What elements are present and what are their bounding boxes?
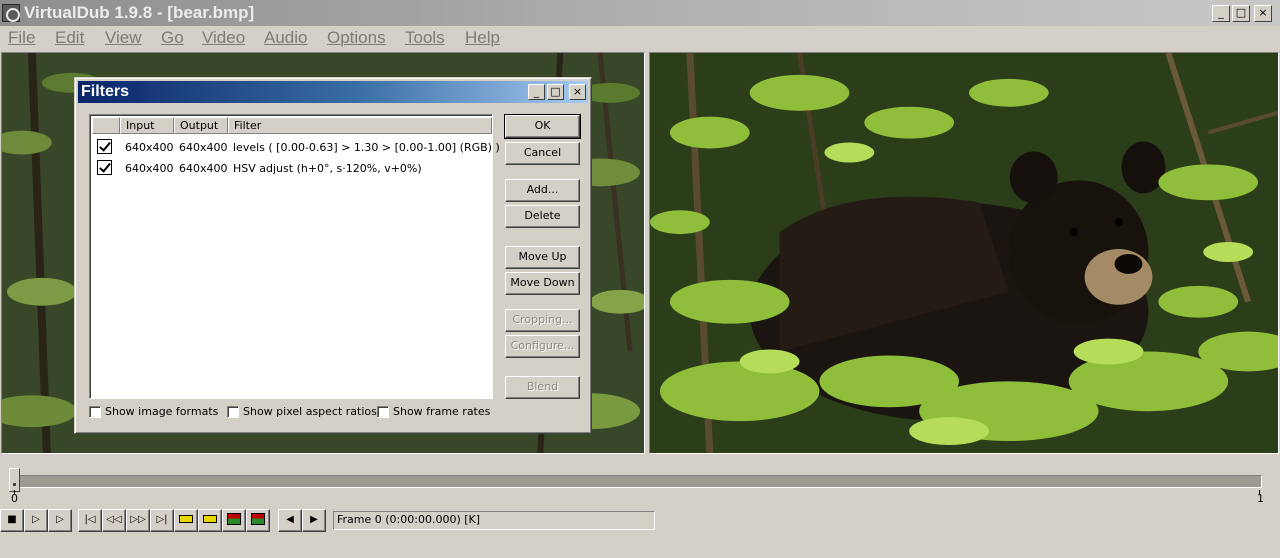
configure-button[interactable]: Configure... xyxy=(505,335,580,358)
filter-description: levels ( [0.00-0.63] > 1.30 > [0.00-1.00… xyxy=(233,141,500,154)
show-frame-rates-label: Show frame rates xyxy=(393,405,491,418)
menu-file[interactable]: File xyxy=(8,28,35,48)
virtualdub-app-icon[interactable] xyxy=(2,4,20,22)
dialog-maximize-button[interactable]: □ xyxy=(547,84,564,100)
filter-output-size: 640x400 xyxy=(179,141,228,154)
filters-dialog: Filters _ □ × Input Output Filter 640x40… xyxy=(74,77,592,434)
menu-go[interactable]: Go xyxy=(161,28,184,48)
menu-bar: File Edit View Go Video Audio Options To… xyxy=(0,26,1280,50)
timeline-end-label: 1 xyxy=(1257,492,1264,505)
next-keyframe-button[interactable] xyxy=(198,509,222,532)
filter-enabled-checkbox[interactable] xyxy=(97,160,112,175)
scene-icon xyxy=(251,513,265,525)
timeline-start-label: 0 xyxy=(11,492,18,505)
play-output-button[interactable]: ▷ xyxy=(48,509,72,532)
filters-dialog-title: Filters xyxy=(81,83,130,100)
stop-button[interactable]: ■ xyxy=(0,509,24,532)
output-frame-image xyxy=(650,53,1278,453)
position-slider-track[interactable] xyxy=(10,475,1262,488)
maximize-button[interactable]: □ xyxy=(1232,5,1250,22)
filter-enabled-checkbox[interactable] xyxy=(97,139,112,154)
position-slider-thumb[interactable] xyxy=(9,468,20,492)
filter-row-hsv-adjust[interactable]: 640x400 640x400 HSV adjust (h+0°, s·120%… xyxy=(92,158,492,178)
scene-back-button[interactable] xyxy=(222,509,246,532)
filter-description: HSV adjust (h+0°, s·120%, v+0%) xyxy=(233,162,422,175)
show-pixel-aspect-checkbox[interactable] xyxy=(227,406,239,418)
show-pixel-aspect-label: Show pixel aspect ratios xyxy=(243,405,377,418)
filter-input-size: 640x400 xyxy=(125,141,174,154)
column-header-checkbox[interactable] xyxy=(92,117,120,134)
column-header-output[interactable]: Output xyxy=(174,117,228,134)
dialog-close-button[interactable]: × xyxy=(569,84,586,100)
next-frame-button[interactable]: ▷▷ xyxy=(126,509,150,532)
previous-frame-button[interactable]: ◁◁ xyxy=(102,509,126,532)
move-up-button[interactable]: Move Up xyxy=(505,246,580,269)
menu-video[interactable]: Video xyxy=(202,28,245,48)
menu-tools[interactable]: Tools xyxy=(405,28,445,48)
key-icon xyxy=(203,515,217,523)
scene-icon xyxy=(227,513,241,525)
menu-options[interactable]: Options xyxy=(327,28,386,48)
frame-status-field: Frame 0 (0:00:00.000) [K] xyxy=(333,511,655,530)
menu-help[interactable]: Help xyxy=(465,28,500,48)
menu-view[interactable]: View xyxy=(105,28,142,48)
previous-keyframe-button[interactable] xyxy=(174,509,198,532)
filter-row-levels[interactable]: 640x400 640x400 levels ( [0.00-0.63] > 1… xyxy=(92,137,500,157)
key-icon xyxy=(179,515,193,523)
filters-dialog-title-bar: Filters _ □ × xyxy=(78,81,588,103)
mark-out-button[interactable]: ▶ xyxy=(302,509,326,532)
delete-filter-button[interactable]: Delete xyxy=(505,205,580,228)
column-header-input[interactable]: Input xyxy=(120,117,174,134)
show-image-formats-checkbox[interactable] xyxy=(89,406,101,418)
column-header-filter[interactable]: Filter xyxy=(228,117,492,134)
go-to-start-button[interactable]: |◁ xyxy=(78,509,102,532)
menu-edit[interactable]: Edit xyxy=(55,28,84,48)
go-to-end-button[interactable]: ▷| xyxy=(150,509,174,532)
close-button[interactable]: × xyxy=(1254,5,1272,22)
blend-button[interactable]: Blend xyxy=(505,376,580,399)
menu-audio[interactable]: Audio xyxy=(264,28,307,48)
scene-forward-button[interactable] xyxy=(246,509,270,532)
cancel-button[interactable]: Cancel xyxy=(505,142,580,165)
filter-input-size: 640x400 xyxy=(125,162,174,175)
app-title-bar: VirtualDub 1.9.8 - [bear.bmp] _ □ × xyxy=(0,0,1280,26)
minimize-button[interactable]: _ xyxy=(1212,5,1230,22)
dialog-minimize-button[interactable]: _ xyxy=(528,84,545,100)
move-down-button[interactable]: Move Down xyxy=(505,272,580,295)
filter-list[interactable]: Input Output Filter 640x400 640x400 leve… xyxy=(89,114,500,399)
show-image-formats-label: Show image formats xyxy=(105,405,219,418)
play-input-button[interactable]: ▷ xyxy=(24,509,48,532)
add-filter-button[interactable]: Add... xyxy=(505,179,580,202)
show-frame-rates-checkbox[interactable] xyxy=(377,406,389,418)
mark-in-button[interactable]: ◀ xyxy=(278,509,302,532)
window-title: VirtualDub 1.9.8 - [bear.bmp] xyxy=(24,3,255,22)
cropping-button[interactable]: Cropping... xyxy=(505,309,580,332)
ok-button[interactable]: OK xyxy=(504,114,581,139)
filter-output-size: 640x400 xyxy=(179,162,228,175)
output-video-pane[interactable] xyxy=(649,52,1279,454)
